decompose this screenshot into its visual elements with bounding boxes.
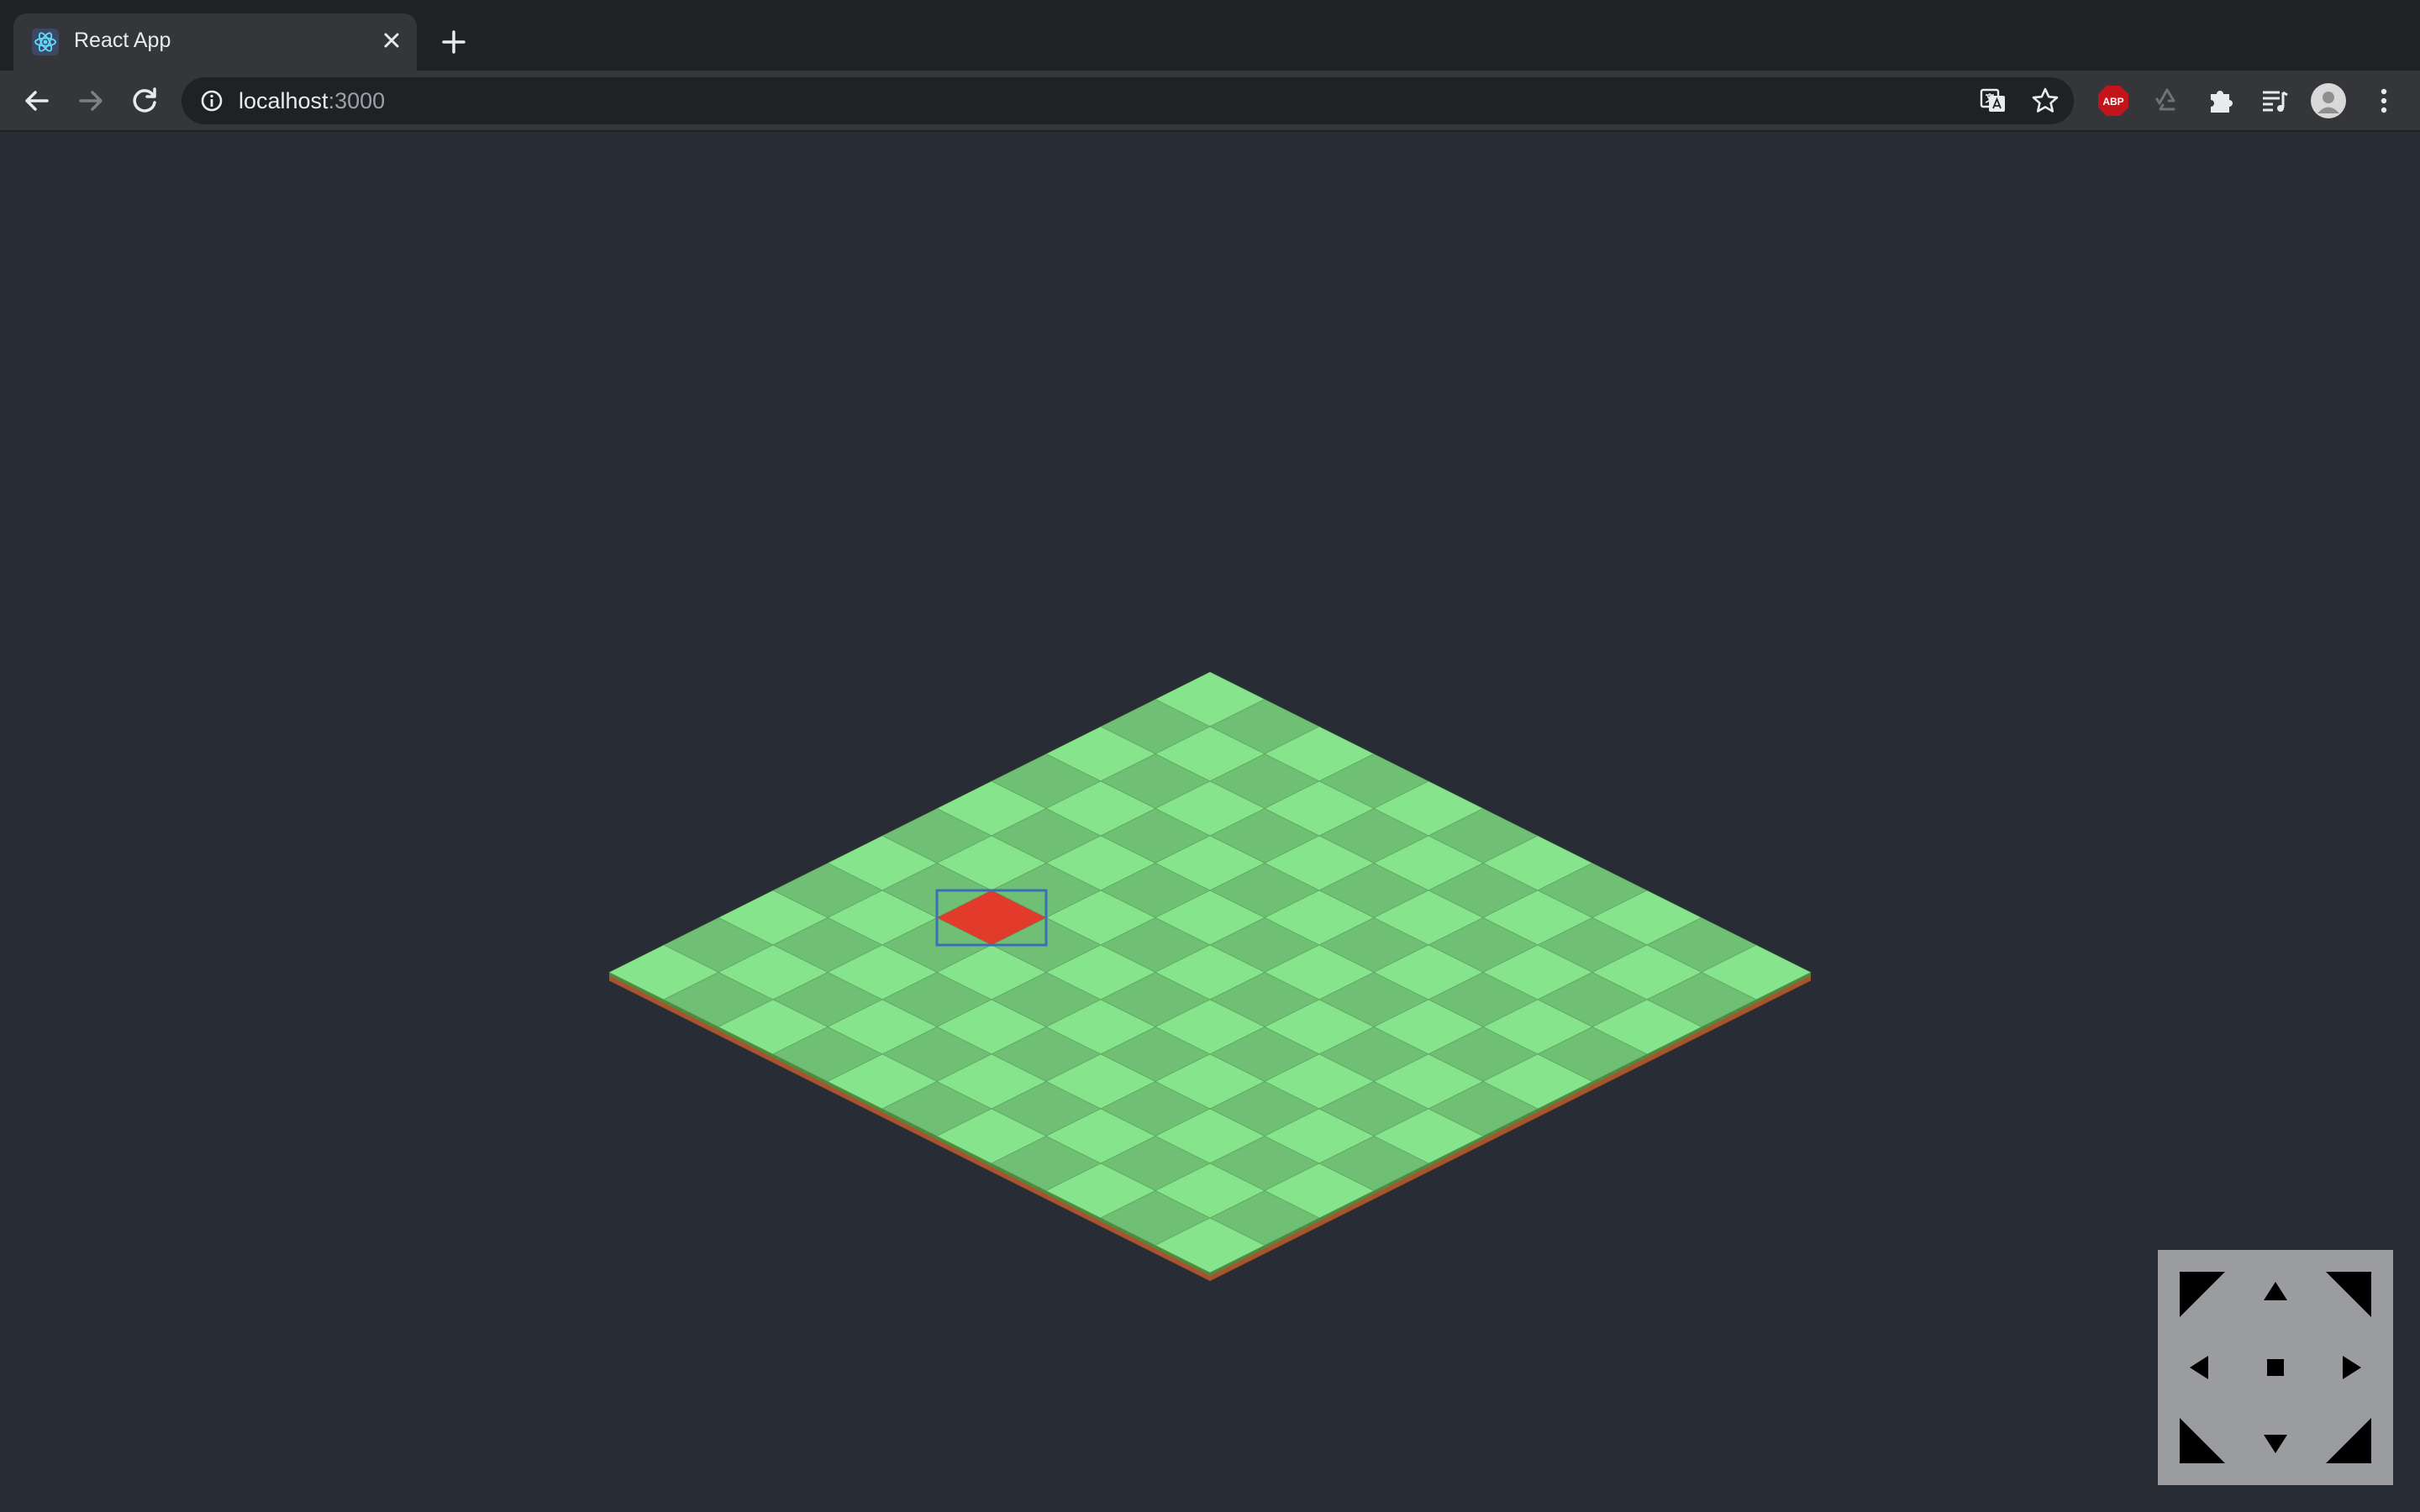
browser-tab-strip: React App [0, 0, 2420, 71]
corner-down-left-icon [2180, 1418, 2225, 1463]
app-viewport [0, 132, 2420, 1512]
url-text: localhost:3000 [239, 88, 385, 114]
puzzle-icon[interactable] [2202, 82, 2239, 119]
browser-toolbar: localhost:3000 ABP [0, 71, 2420, 131]
profile-avatar[interactable] [2310, 82, 2347, 119]
browser-tab[interactable]: React App [13, 13, 417, 71]
move-up-button[interactable] [2245, 1262, 2306, 1322]
move-up-left-button[interactable] [2170, 1262, 2230, 1322]
corner-down-right-icon [2326, 1418, 2371, 1463]
reload-icon[interactable] [126, 82, 163, 119]
tab-title: React App [74, 29, 171, 52]
arrow-right-icon[interactable] [72, 82, 109, 119]
move-up-right-button[interactable] [2321, 1262, 2381, 1322]
address-bar[interactable]: localhost:3000 [182, 77, 2074, 124]
isometric-board[interactable] [0, 132, 2420, 1512]
direction-control-pad [2158, 1250, 2393, 1485]
triangle-down-icon [2264, 1435, 2287, 1453]
info-icon[interactable] [198, 87, 225, 114]
react-logo-icon [32, 29, 59, 55]
move-down-right-button[interactable] [2321, 1413, 2381, 1473]
kebab-menu-icon[interactable] [2365, 82, 2402, 119]
star-icon[interactable] [2030, 86, 2060, 116]
url-port: :3000 [328, 88, 386, 113]
move-down-left-button[interactable] [2170, 1413, 2230, 1473]
move-right-button[interactable] [2321, 1337, 2381, 1398]
corner-up-right-icon [2326, 1272, 2371, 1317]
move-left-button[interactable] [2170, 1337, 2230, 1398]
media-playlist-icon[interactable] [2256, 82, 2293, 119]
stop-button[interactable] [2245, 1337, 2306, 1398]
move-down-button[interactable] [2245, 1413, 2306, 1473]
recycle-icon[interactable] [2149, 82, 2186, 119]
triangle-right-icon [2343, 1356, 2361, 1379]
adblock-label: ABP [2102, 96, 2123, 108]
triangle-up-icon [2264, 1282, 2287, 1300]
translate-icon[interactable] [1978, 86, 2008, 116]
triangle-left-icon [2190, 1356, 2208, 1379]
plus-icon[interactable] [435, 24, 472, 60]
close-icon[interactable] [376, 25, 407, 55]
adblock-icon[interactable]: ABP [2095, 82, 2132, 119]
arrow-left-icon[interactable] [18, 82, 55, 119]
corner-up-left-icon [2180, 1272, 2225, 1317]
url-host: localhost [239, 88, 329, 113]
square-icon [2267, 1359, 2284, 1376]
